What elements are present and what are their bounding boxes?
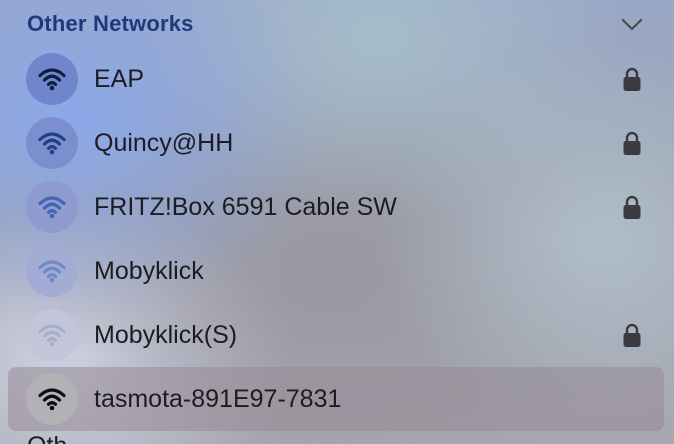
wifi-signal-icon <box>38 324 66 347</box>
lock-icon <box>623 131 641 155</box>
network-name: Mobyklick(S) <box>94 321 238 349</box>
wifi-icon-circle <box>26 117 78 169</box>
network-row[interactable]: tasmota-891E97-7831 <box>8 367 664 431</box>
other-networks-header[interactable]: Other Networks <box>0 0 674 50</box>
network-name: tasmota-891E97-7831 <box>94 385 342 413</box>
network-name: Mobyklick <box>94 257 204 285</box>
wifi-signal-icon <box>38 132 66 155</box>
wifi-icon-circle <box>26 373 78 425</box>
network-row[interactable]: FRITZ!Box 6591 Cable SW <box>8 175 664 239</box>
wifi-signal-icon <box>38 260 66 283</box>
wifi-signal-icon <box>38 196 66 219</box>
network-name: Quincy@HH <box>94 129 234 157</box>
wifi-signal-icon <box>38 68 66 91</box>
network-row[interactable]: Quincy@HH <box>8 111 664 175</box>
wifi-menu-panel: Other Networks EAP Quincy@HH FRITZ!Box 659… <box>0 0 674 444</box>
lock-icon <box>623 67 641 91</box>
network-row[interactable]: EAP <box>8 47 664 111</box>
wifi-icon-circle <box>26 309 78 361</box>
lock-icon <box>623 323 641 347</box>
wifi-icon-circle <box>26 245 78 297</box>
network-name: FRITZ!Box 6591 Cable SW <box>94 193 397 221</box>
wifi-icon-circle <box>26 53 78 105</box>
wifi-signal-icon <box>38 388 66 411</box>
wifi-icon-circle <box>26 181 78 233</box>
next-section-title: Oth <box>27 432 67 444</box>
network-row[interactable]: Mobyklick <box>8 239 664 303</box>
lock-icon <box>623 195 641 219</box>
network-name: EAP <box>94 65 145 93</box>
section-title: Other Networks <box>27 11 194 36</box>
network-row[interactable]: Mobyklick(S) <box>8 303 664 367</box>
chevron-down-icon[interactable] <box>620 15 644 33</box>
